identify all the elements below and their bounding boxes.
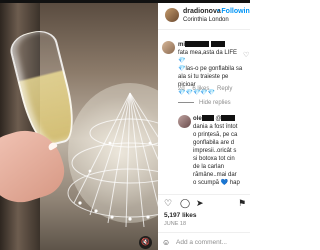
author-avatar[interactable] [165, 8, 179, 22]
post-sidebar: dradionova • Followin Corinthia London m… [158, 3, 250, 250]
post-photo[interactable]: 🔇 [0, 3, 158, 250]
likes-count[interactable]: 5,197 likes [164, 212, 197, 219]
chandelier-illustration [67, 83, 158, 228]
bookmark-icon[interactable]: ⚑ [238, 198, 246, 209]
like-heart-icon[interactable]: ♡ [164, 198, 172, 209]
redaction-bar [201, 115, 214, 122]
comment-icon[interactable]: ◯ [180, 198, 190, 209]
comment-time: 2d [178, 86, 185, 92]
comment-meta: 2d 6 likes Reply [178, 86, 238, 92]
comment-text-line: dania a fost întot [193, 124, 238, 130]
reply-username[interactable]: ole [193, 116, 202, 122]
hide-replies-button[interactable]: Hide replies [178, 100, 231, 106]
comment-text-line: 💎las-o pe gonflabila sa [178, 66, 243, 72]
comment-text-line: o scumpă 💙 hap [193, 180, 240, 186]
author-username[interactable]: dradionova [183, 8, 221, 15]
reply-button[interactable]: Reply [217, 86, 232, 92]
comment-2: ole @ dania a fost întot o prințesă, pe … [193, 115, 250, 187]
comment-text-line: gonflabila are d [193, 140, 235, 146]
comment-text-line: o prințesă, pe ca [193, 132, 238, 138]
add-comment-bar: ☺ Add a comment... [158, 232, 250, 250]
hide-replies-label: Hide replies [199, 100, 231, 106]
reply-avatar[interactable] [178, 115, 191, 128]
redaction-bar [211, 41, 226, 48]
comment-like-heart-icon[interactable]: ♡ [243, 51, 249, 59]
post-date: JUNE 18 [164, 221, 187, 227]
post-header: dradionova • Followin Corinthia London [158, 3, 250, 30]
post-location[interactable]: Corinthia London [183, 17, 229, 23]
commenter-avatar[interactable] [162, 41, 175, 54]
comment-text-line: impresii..oricât s [193, 148, 237, 154]
comment-likes[interactable]: 6 likes [192, 86, 209, 92]
hide-replies-line [178, 101, 194, 103]
mute-icon[interactable]: 🔇 [139, 236, 152, 249]
following-button[interactable]: • Followin [217, 8, 250, 15]
add-comment-input[interactable]: Add a comment... [176, 239, 227, 246]
share-icon[interactable]: ➤ [196, 198, 204, 209]
comment-text-line: si botoxa tot cin [193, 156, 235, 162]
redaction-bar [221, 115, 236, 122]
action-bar: ♡ ◯ ➤ ⚑ [158, 194, 250, 209]
redaction-bar [185, 41, 210, 48]
comment-text-line: de la carlan [193, 164, 225, 170]
comment-text-line: rămâne..mai dar [193, 172, 237, 178]
comment-username[interactable]: mi [178, 42, 185, 48]
emoji-icon[interactable]: ☺ [162, 238, 170, 247]
comment-text-line: fata mea,asta da LIFE 💎 [178, 50, 238, 64]
